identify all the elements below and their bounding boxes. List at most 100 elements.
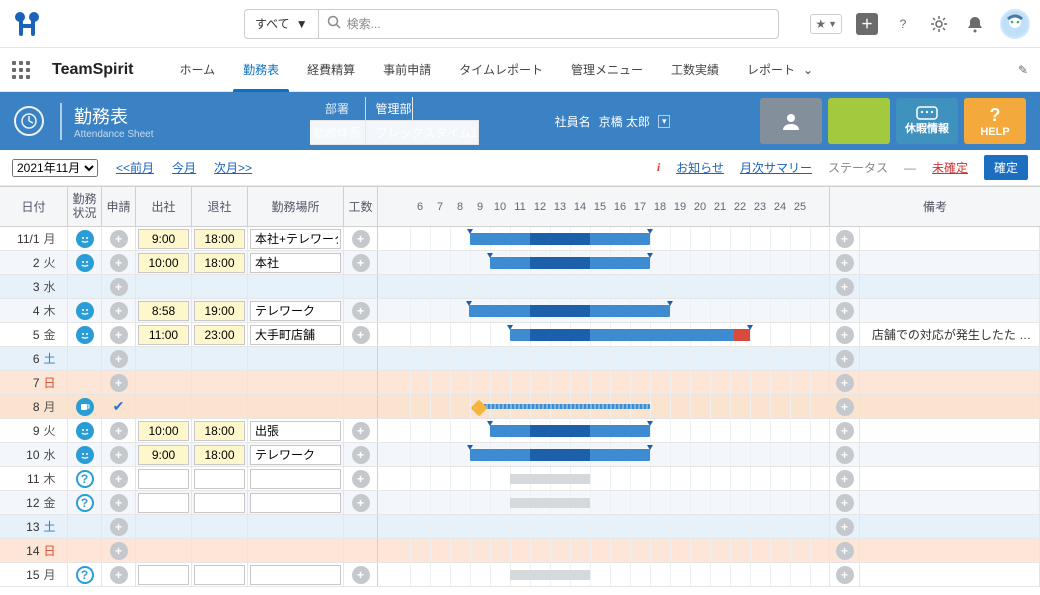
plus-icon[interactable]: + <box>836 326 854 344</box>
face-status-icon[interactable] <box>76 422 94 440</box>
plus-icon[interactable]: + <box>836 542 854 560</box>
plus-icon[interactable]: + <box>836 494 854 512</box>
plus-icon[interactable]: + <box>110 566 128 584</box>
plus-icon[interactable]: + <box>110 350 128 368</box>
nav-tab[interactable]: 管理メニュー <box>557 48 657 92</box>
plus-icon[interactable]: + <box>352 446 370 464</box>
location-input[interactable] <box>250 253 341 273</box>
time-input[interactable] <box>194 565 245 585</box>
location-input[interactable] <box>250 565 341 585</box>
plus-icon[interactable]: + <box>836 350 854 368</box>
time-input[interactable] <box>138 445 189 465</box>
status-value[interactable]: 未確定 <box>932 159 968 176</box>
location-input[interactable] <box>250 301 341 321</box>
green-tile[interactable] <box>828 98 890 144</box>
app-launcher-icon[interactable] <box>12 61 30 79</box>
profile-tile[interactable] <box>760 98 822 144</box>
nav-tab[interactable]: 事前申請 <box>369 48 445 92</box>
location-input[interactable] <box>250 325 341 345</box>
nav-tab[interactable]: タイムレポート <box>445 48 557 92</box>
plus-icon[interactable]: + <box>110 254 128 272</box>
time-input[interactable] <box>138 493 189 513</box>
notice-link[interactable]: お知らせ <box>676 159 724 176</box>
plus-icon[interactable]: + <box>836 302 854 320</box>
time-input[interactable] <box>194 469 245 489</box>
question-status-icon[interactable]: ? <box>76 470 94 488</box>
plus-icon[interactable]: + <box>836 566 854 584</box>
plus-icon[interactable]: + <box>352 566 370 584</box>
time-input[interactable] <box>194 253 245 273</box>
time-input[interactable] <box>194 421 245 441</box>
location-input[interactable] <box>250 493 341 513</box>
plus-icon[interactable]: + <box>352 326 370 344</box>
plus-icon[interactable]: + <box>110 446 128 464</box>
location-input[interactable] <box>250 445 341 465</box>
prev-month-link[interactable]: <<前月 <box>116 159 154 176</box>
plus-icon[interactable]: + <box>836 374 854 392</box>
help-tile[interactable]: ? HELP <box>964 98 1026 144</box>
plus-icon[interactable]: + <box>352 470 370 488</box>
plus-icon[interactable]: + <box>110 494 128 512</box>
gear-icon[interactable] <box>928 13 950 35</box>
check-icon[interactable]: ✔ <box>113 398 125 415</box>
user-avatar[interactable] <box>1000 9 1030 39</box>
time-input[interactable] <box>138 469 189 489</box>
monthly-summary-link[interactable]: 月次サマリー <box>740 159 812 176</box>
nav-tab[interactable]: レポート⌄ <box>733 48 827 92</box>
face-status-icon[interactable] <box>76 230 94 248</box>
cloud-logo[interactable] <box>10 10 44 38</box>
month-select[interactable]: 2021年11月 <box>12 159 98 177</box>
plus-icon[interactable]: + <box>110 470 128 488</box>
time-input[interactable] <box>194 325 245 345</box>
plus-icon[interactable]: + <box>352 230 370 248</box>
plus-icon[interactable]: + <box>352 494 370 512</box>
plus-icon[interactable]: + <box>110 518 128 536</box>
plus-icon[interactable]: + <box>352 254 370 272</box>
question-status-icon[interactable]: ? <box>76 566 94 584</box>
plus-icon[interactable]: + <box>352 302 370 320</box>
plus-icon[interactable]: + <box>110 278 128 296</box>
location-input[interactable] <box>250 229 341 249</box>
question-status-icon[interactable]: ? <box>76 494 94 512</box>
help-icon[interactable]: ? <box>892 13 914 35</box>
plus-icon[interactable]: + <box>836 518 854 536</box>
plus-icon[interactable]: + <box>836 470 854 488</box>
cup-status-icon[interactable] <box>76 398 94 416</box>
time-input[interactable] <box>138 253 189 273</box>
plus-icon[interactable]: + <box>110 542 128 560</box>
face-status-icon[interactable] <box>76 326 94 344</box>
plus-icon[interactable]: + <box>836 278 854 296</box>
plus-icon[interactable]: + <box>836 398 854 416</box>
plus-icon[interactable]: + <box>110 230 128 248</box>
nav-tab[interactable]: 工数実績 <box>657 48 733 92</box>
face-status-icon[interactable] <box>76 254 94 272</box>
confirm-button[interactable]: 確定 <box>984 155 1028 180</box>
time-input[interactable] <box>194 445 245 465</box>
favorites-button[interactable]: ★▼ <box>810 14 842 34</box>
employee-picker-icon[interactable]: ▾ <box>658 115 671 128</box>
face-status-icon[interactable] <box>76 446 94 464</box>
plus-icon[interactable]: + <box>110 422 128 440</box>
plus-icon[interactable]: + <box>110 326 128 344</box>
time-input[interactable] <box>194 301 245 321</box>
time-input[interactable] <box>138 301 189 321</box>
plus-icon[interactable]: + <box>836 254 854 272</box>
bell-icon[interactable] <box>964 13 986 35</box>
time-input[interactable] <box>138 325 189 345</box>
plus-icon[interactable]: + <box>110 302 128 320</box>
search-scope-picker[interactable]: すべて ▼ <box>244 9 319 39</box>
location-input[interactable] <box>250 469 341 489</box>
location-input[interactable] <box>250 421 341 441</box>
plus-icon[interactable]: + <box>836 422 854 440</box>
nav-tab[interactable]: ホーム <box>166 48 230 92</box>
plus-icon[interactable]: + <box>836 230 854 248</box>
nav-tab[interactable]: 勤務表 <box>229 48 293 92</box>
plus-icon[interactable]: + <box>352 422 370 440</box>
next-month-link[interactable]: 次月>> <box>214 159 252 176</box>
nav-tab[interactable]: 経費精算 <box>293 48 369 92</box>
plus-icon[interactable]: + <box>110 374 128 392</box>
face-status-icon[interactable] <box>76 302 94 320</box>
global-search[interactable]: 検索... <box>319 9 779 39</box>
time-input[interactable] <box>138 421 189 441</box>
plus-icon[interactable]: + <box>836 446 854 464</box>
